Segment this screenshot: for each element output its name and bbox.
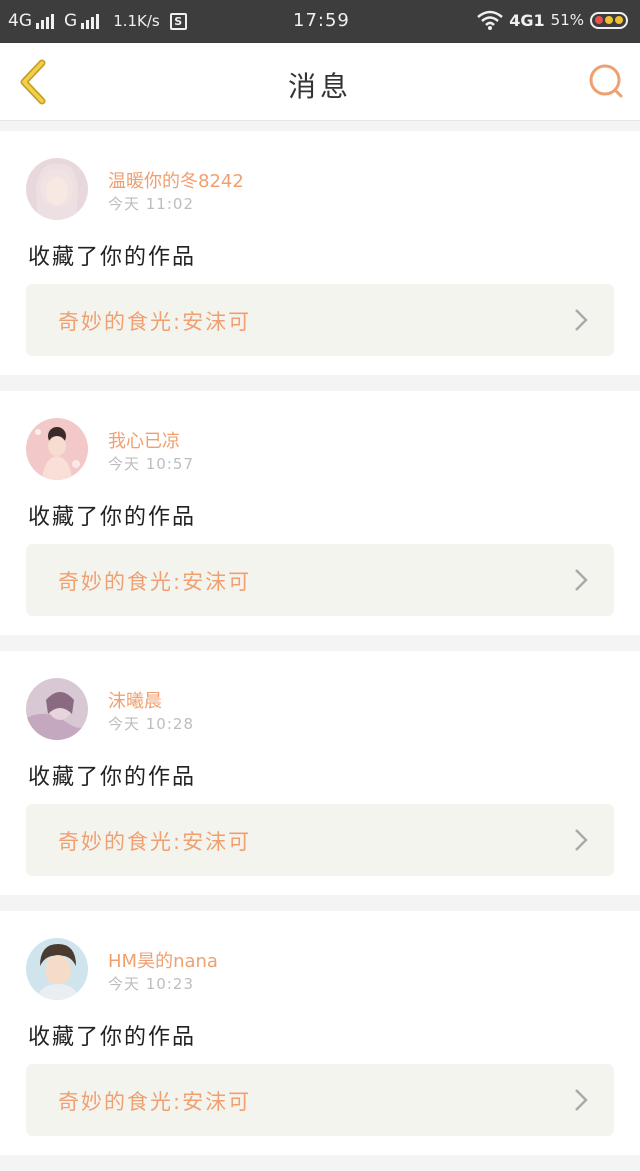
chevron-right-icon bbox=[575, 569, 588, 591]
header-bar: 消息 bbox=[0, 43, 640, 121]
avatar[interactable] bbox=[26, 158, 88, 220]
message-card: 我心已凉 今天 10:57 收藏了你的作品 奇妙的食光:安沫可 bbox=[0, 391, 640, 635]
signal-icon bbox=[36, 13, 54, 29]
page-title: 消息 bbox=[287, 70, 352, 103]
work-link[interactable]: 奇妙的食光:安沫可 bbox=[26, 804, 614, 876]
work-link[interactable]: 奇妙的食光:安沫可 bbox=[26, 544, 614, 616]
message-time: 今天 10:28 bbox=[108, 715, 194, 733]
status-time: 17:59 bbox=[293, 10, 350, 31]
avatar[interactable] bbox=[26, 418, 88, 480]
battery-icon bbox=[590, 11, 628, 29]
username[interactable]: 沫曦晨 bbox=[108, 687, 162, 713]
network-speed: 1.1K/s bbox=[113, 12, 160, 30]
avatar[interactable] bbox=[26, 678, 88, 740]
work-title: 奇妙的食光:安沫可 bbox=[58, 830, 252, 854]
wifi-icon bbox=[477, 10, 504, 30]
network-label-2: G bbox=[64, 11, 78, 31]
username[interactable]: 我心已凉 bbox=[108, 427, 180, 453]
search-icon[interactable] bbox=[586, 61, 626, 101]
signal-icon-2 bbox=[81, 13, 100, 29]
username[interactable]: 温暖你的冬8242 bbox=[108, 167, 244, 193]
work-link[interactable]: 奇妙的食光:安沫可 bbox=[26, 284, 614, 356]
message-time: 今天 10:57 bbox=[108, 455, 194, 473]
status-left: 4G G 1.1K/s S bbox=[8, 11, 187, 31]
message-card: 沫曦晨 今天 10:28 收藏了你的作品 奇妙的食光:安沫可 bbox=[0, 651, 640, 895]
work-title: 奇妙的食光:安沫可 bbox=[58, 570, 252, 594]
chevron-right-icon bbox=[575, 309, 588, 331]
message-time: 今天 11:02 bbox=[108, 195, 194, 213]
action-text: 收藏了你的作品 bbox=[28, 245, 197, 270]
username[interactable]: HM昊的nana bbox=[108, 947, 218, 973]
action-text: 收藏了你的作品 bbox=[28, 1025, 197, 1050]
message-list: 温暖你的冬8242 今天 11:02 收藏了你的作品 奇妙的食光:安沫可 我心已… bbox=[0, 131, 640, 1171]
battery-percent: 51% bbox=[550, 11, 584, 29]
message-card: HM昊的nana 今天 10:23 收藏了你的作品 奇妙的食光:安沫可 bbox=[0, 911, 640, 1155]
work-link[interactable]: 奇妙的食光:安沫可 bbox=[26, 1064, 614, 1136]
s-app-icon: S bbox=[169, 12, 187, 30]
status-right: 4G1 51% bbox=[477, 10, 628, 30]
work-title: 奇妙的食光:安沫可 bbox=[58, 310, 252, 334]
message-card: 温暖你的冬8242 今天 11:02 收藏了你的作品 奇妙的食光:安沫可 bbox=[0, 131, 640, 375]
action-text: 收藏了你的作品 bbox=[28, 765, 197, 790]
action-text: 收藏了你的作品 bbox=[28, 505, 197, 530]
status-bar: 4G G 1.1K/s S 17:59 4G1 51% bbox=[0, 0, 640, 43]
message-time: 今天 10:23 bbox=[108, 975, 194, 993]
chevron-right-icon bbox=[575, 1089, 588, 1111]
work-title: 奇妙的食光:安沫可 bbox=[58, 1090, 252, 1114]
network-label-3: 4G1 bbox=[509, 10, 545, 30]
chevron-right-icon bbox=[575, 829, 588, 851]
avatar[interactable] bbox=[26, 938, 88, 1000]
network-label-1: 4G bbox=[8, 11, 32, 31]
